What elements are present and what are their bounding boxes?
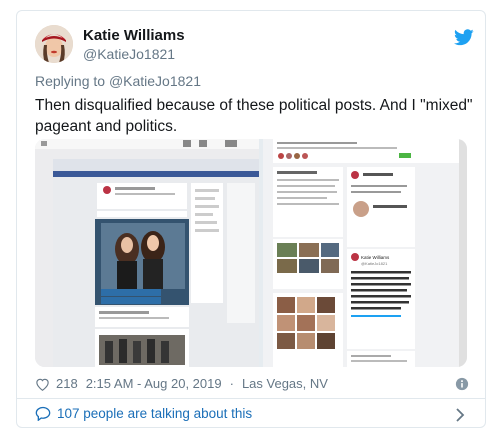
tweet-location[interactable]: Las Vegas, NV (242, 376, 328, 391)
chevron-right-icon[interactable] (455, 408, 465, 422)
info-icon[interactable] (455, 377, 469, 391)
talking-text[interactable]: 107 people are talking about this (57, 406, 252, 421)
reply-mention-link[interactable]: @KatieJo1821 (109, 73, 201, 89)
meta-separator: · (229, 376, 234, 391)
media-image-right[interactable]: Katie Williams @KatieJo1821 (263, 139, 467, 367)
speech-bubble-icon (35, 406, 51, 421)
conversation-link[interactable]: 107 people are talking about this (35, 406, 252, 421)
avatar[interactable] (35, 25, 73, 63)
heart-icon[interactable] (35, 377, 50, 391)
author-handle[interactable]: @KatieJo1821 (83, 46, 175, 62)
tweet-time[interactable]: 2:15 AM - Aug 20, 2019 (86, 376, 222, 391)
tweet-card: Katie Williams @KatieJo1821 Replying to … (16, 10, 486, 428)
twitter-bird-icon[interactable] (454, 29, 474, 46)
tweet-meta: 218 2:15 AM - Aug 20, 2019 · Las Vegas, … (35, 376, 336, 391)
tweet-media[interactable]: Katie Williams @KatieJo1821 (35, 139, 467, 367)
like-count[interactable]: 218 (56, 376, 78, 391)
reply-context: Replying to @KatieJo1821 (35, 73, 201, 89)
media-image-left[interactable] (35, 139, 259, 367)
divider (17, 398, 485, 399)
reply-prefix: Replying to (35, 73, 106, 89)
embedded-profile-name: Katie Williams (361, 255, 390, 260)
tweet-text: Then disqualified because of these polit… (35, 97, 473, 135)
embedded-profile-handle: @KatieJo1821 (361, 261, 388, 266)
author-name[interactable]: Katie Williams (83, 27, 185, 44)
